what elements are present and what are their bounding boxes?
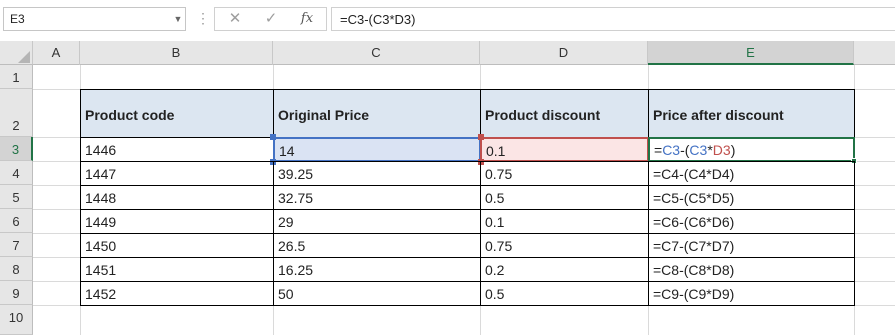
select-all-triangle-icon	[18, 51, 30, 63]
name-box[interactable]: E3	[3, 7, 186, 31]
table-cell[interactable]: 0.5	[480, 185, 649, 210]
table-cell-d3-reference[interactable]: 0.1	[480, 137, 649, 162]
table-cell[interactable]: 39.25	[273, 161, 481, 186]
header-cell-product-discount[interactable]: Product discount	[480, 89, 649, 138]
c3-range-handle[interactable]	[270, 134, 276, 140]
drag-handle-icon[interactable]: ⋮	[196, 7, 210, 31]
row-header-5[interactable]: 5	[0, 185, 33, 209]
row-header-3[interactable]: 3	[0, 137, 33, 161]
active-cell-e3[interactable]: =C3-(C3*D3)	[648, 137, 855, 162]
close-icon[interactable]: ✕	[221, 8, 249, 30]
formula-eq: =	[654, 142, 663, 158]
table-cell[interactable]: 1451	[80, 257, 274, 282]
table-cell[interactable]: 1452	[80, 281, 274, 306]
row-header-4[interactable]: 4	[0, 161, 33, 185]
formula-ref-c3: C3	[689, 142, 708, 158]
formula-close: )	[730, 142, 736, 158]
table-cell[interactable]: 29	[273, 209, 481, 234]
formula-ref-c3: C3	[662, 142, 681, 158]
table-cell[interactable]: 32.75	[273, 185, 481, 210]
table-cell[interactable]: =C8-(C8*D8)	[648, 257, 855, 282]
table-cell[interactable]: =C9-(C9*D9)	[648, 281, 855, 306]
table-cell[interactable]: 0.75	[480, 161, 649, 186]
row-header-10[interactable]: 10	[0, 305, 33, 335]
header-cell-price-after-discount[interactable]: Price after discount	[648, 89, 855, 138]
column-header-b[interactable]: B	[80, 41, 273, 65]
table-cell[interactable]: 0.5	[480, 281, 649, 306]
table-cell[interactable]: 50	[273, 281, 481, 306]
chevron-down-icon[interactable]: ▼	[170, 7, 186, 31]
table-cell[interactable]: 0.75	[480, 233, 649, 258]
row-header-2[interactable]: 2	[0, 89, 33, 137]
table-cell[interactable]: 1449	[80, 209, 274, 234]
formula-buttons: ✕ ✓ fx	[214, 7, 327, 31]
row-header-6[interactable]: 6	[0, 209, 33, 233]
table-cell[interactable]: 0.2	[480, 257, 649, 282]
table-cell[interactable]: 16.25	[273, 257, 481, 282]
column-header-row: A B C D E	[0, 41, 895, 65]
table-cell[interactable]: 1448	[80, 185, 274, 210]
column-header-d[interactable]: D	[480, 41, 648, 65]
header-cell-product-code[interactable]: Product code	[80, 89, 274, 138]
table-cell[interactable]: =C5-(C5*D5)	[648, 185, 855, 210]
table-cell[interactable]: 1446	[80, 137, 274, 162]
row-header-1[interactable]: 1	[0, 65, 33, 89]
column-header-f[interactable]	[854, 41, 895, 65]
insert-function-button[interactable]: fx	[293, 8, 321, 30]
d3-range-handle[interactable]	[478, 134, 484, 140]
table-cell[interactable]: 1447	[80, 161, 274, 186]
table-cell[interactable]: 26.5	[273, 233, 481, 258]
check-icon[interactable]: ✓	[257, 8, 285, 30]
formula-ref-d3: D3	[712, 142, 731, 158]
column-header-c[interactable]: C	[273, 41, 480, 65]
table-cell[interactable]: 1450	[80, 233, 274, 258]
name-box-value: E3	[10, 12, 25, 26]
table-cell[interactable]: =C6-(C6*D6)	[648, 209, 855, 234]
table-cell[interactable]: 0.1	[480, 209, 649, 234]
table-cell-c3-reference[interactable]: 14	[273, 137, 481, 162]
formula-text: =C3-(C3*D3)	[340, 12, 416, 27]
formula-input[interactable]: =C3-(C3*D3)	[331, 7, 895, 31]
column-header-e[interactable]: E	[648, 41, 854, 65]
column-header-a[interactable]: A	[33, 41, 80, 65]
row-header-7[interactable]: 7	[0, 233, 33, 257]
row-header-8[interactable]: 8	[0, 257, 33, 281]
table-cell[interactable]: =C7-(C7*D7)	[648, 233, 855, 258]
row-header-9[interactable]: 9	[0, 281, 33, 305]
table-cell[interactable]: =C4-(C4*D4)	[648, 161, 855, 186]
header-cell-original-price[interactable]: Original Price	[273, 89, 481, 138]
